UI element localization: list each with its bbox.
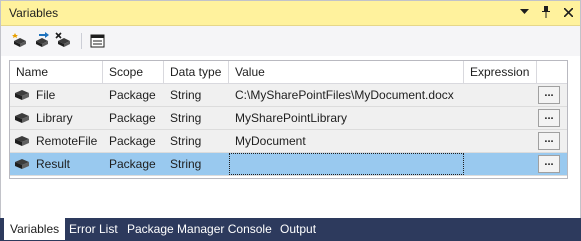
tool-window-tabs: Variables Error List Package Manager Con…	[0, 218, 581, 241]
expression-builder-button[interactable]: ...	[538, 109, 560, 127]
cell-value[interactable]: MySharePointLibrary	[229, 107, 464, 129]
cell-data-type[interactable]: String	[164, 84, 229, 106]
table-row[interactable]: File Package String C:\MySharePointFiles…	[10, 84, 567, 107]
cell-scope[interactable]: Package	[103, 84, 164, 106]
cell-scope[interactable]: Package	[103, 130, 164, 152]
variables-window: Variables Name Scope Data type Value Exp…	[0, 0, 581, 219]
cell-name[interactable]: RemoteFile	[10, 130, 103, 152]
toolbar-separator	[81, 33, 82, 49]
cell-value-editor[interactable]	[229, 153, 464, 175]
cell-expression[interactable]	[464, 84, 537, 106]
cell-data-type[interactable]: String	[164, 153, 229, 175]
window-title: Variables	[9, 6, 59, 20]
tab-output[interactable]: Output	[274, 218, 322, 240]
title-bar[interactable]: Variables	[1, 1, 580, 26]
cell-value[interactable]: C:\MySharePointFiles\MyDocument.docx	[229, 84, 464, 106]
table-row-selected[interactable]: Result Package String ...	[10, 153, 567, 176]
add-variable-icon[interactable]	[11, 32, 29, 50]
cell-expression[interactable]	[464, 107, 537, 129]
column-header-value[interactable]: Value	[229, 61, 464, 83]
cell-scope[interactable]: Package	[103, 153, 164, 175]
cell-name[interactable]: File	[10, 84, 103, 106]
expression-builder-button[interactable]: ...	[538, 86, 560, 104]
column-header-name[interactable]: Name	[10, 61, 103, 83]
tab-error-list[interactable]: Error List	[63, 218, 124, 240]
expression-builder-button[interactable]: ...	[538, 155, 560, 173]
cell-expression[interactable]	[464, 153, 537, 175]
column-header-expression[interactable]: Expression	[464, 61, 537, 83]
cell-expression[interactable]	[464, 130, 537, 152]
tab-variables[interactable]: Variables	[4, 218, 66, 240]
cell-data-type[interactable]: String	[164, 130, 229, 152]
cell-value[interactable]: MyDocument	[229, 130, 464, 152]
title-controls	[518, 5, 574, 19]
expression-builder-button[interactable]: ...	[538, 132, 560, 150]
pin-icon[interactable]	[540, 5, 552, 19]
move-variable-icon[interactable]	[33, 32, 51, 50]
table-row[interactable]: RemoteFile Package String MyDocument ...	[10, 130, 567, 153]
grid-header: Name Scope Data type Value Expression	[10, 61, 567, 84]
column-header-scope[interactable]: Scope	[103, 61, 164, 83]
tab-package-manager-console[interactable]: Package Manager Console	[121, 218, 278, 240]
cell-scope[interactable]: Package	[103, 107, 164, 129]
grid-options-icon[interactable]	[89, 32, 107, 50]
cell-name[interactable]: Result	[10, 153, 103, 175]
table-row[interactable]: Library Package String MySharePointLibra…	[10, 107, 567, 130]
cell-data-type[interactable]: String	[164, 107, 229, 129]
cell-name[interactable]: Library	[10, 107, 103, 129]
column-header-data-type[interactable]: Data type	[164, 61, 229, 83]
toolbar	[1, 26, 580, 56]
dropdown-icon[interactable]	[518, 5, 530, 19]
delete-variable-icon[interactable]	[55, 32, 73, 50]
close-icon[interactable]	[562, 5, 574, 19]
variables-grid: Name Scope Data type Value Expression Fi…	[9, 60, 568, 179]
column-header-blank	[537, 61, 567, 83]
